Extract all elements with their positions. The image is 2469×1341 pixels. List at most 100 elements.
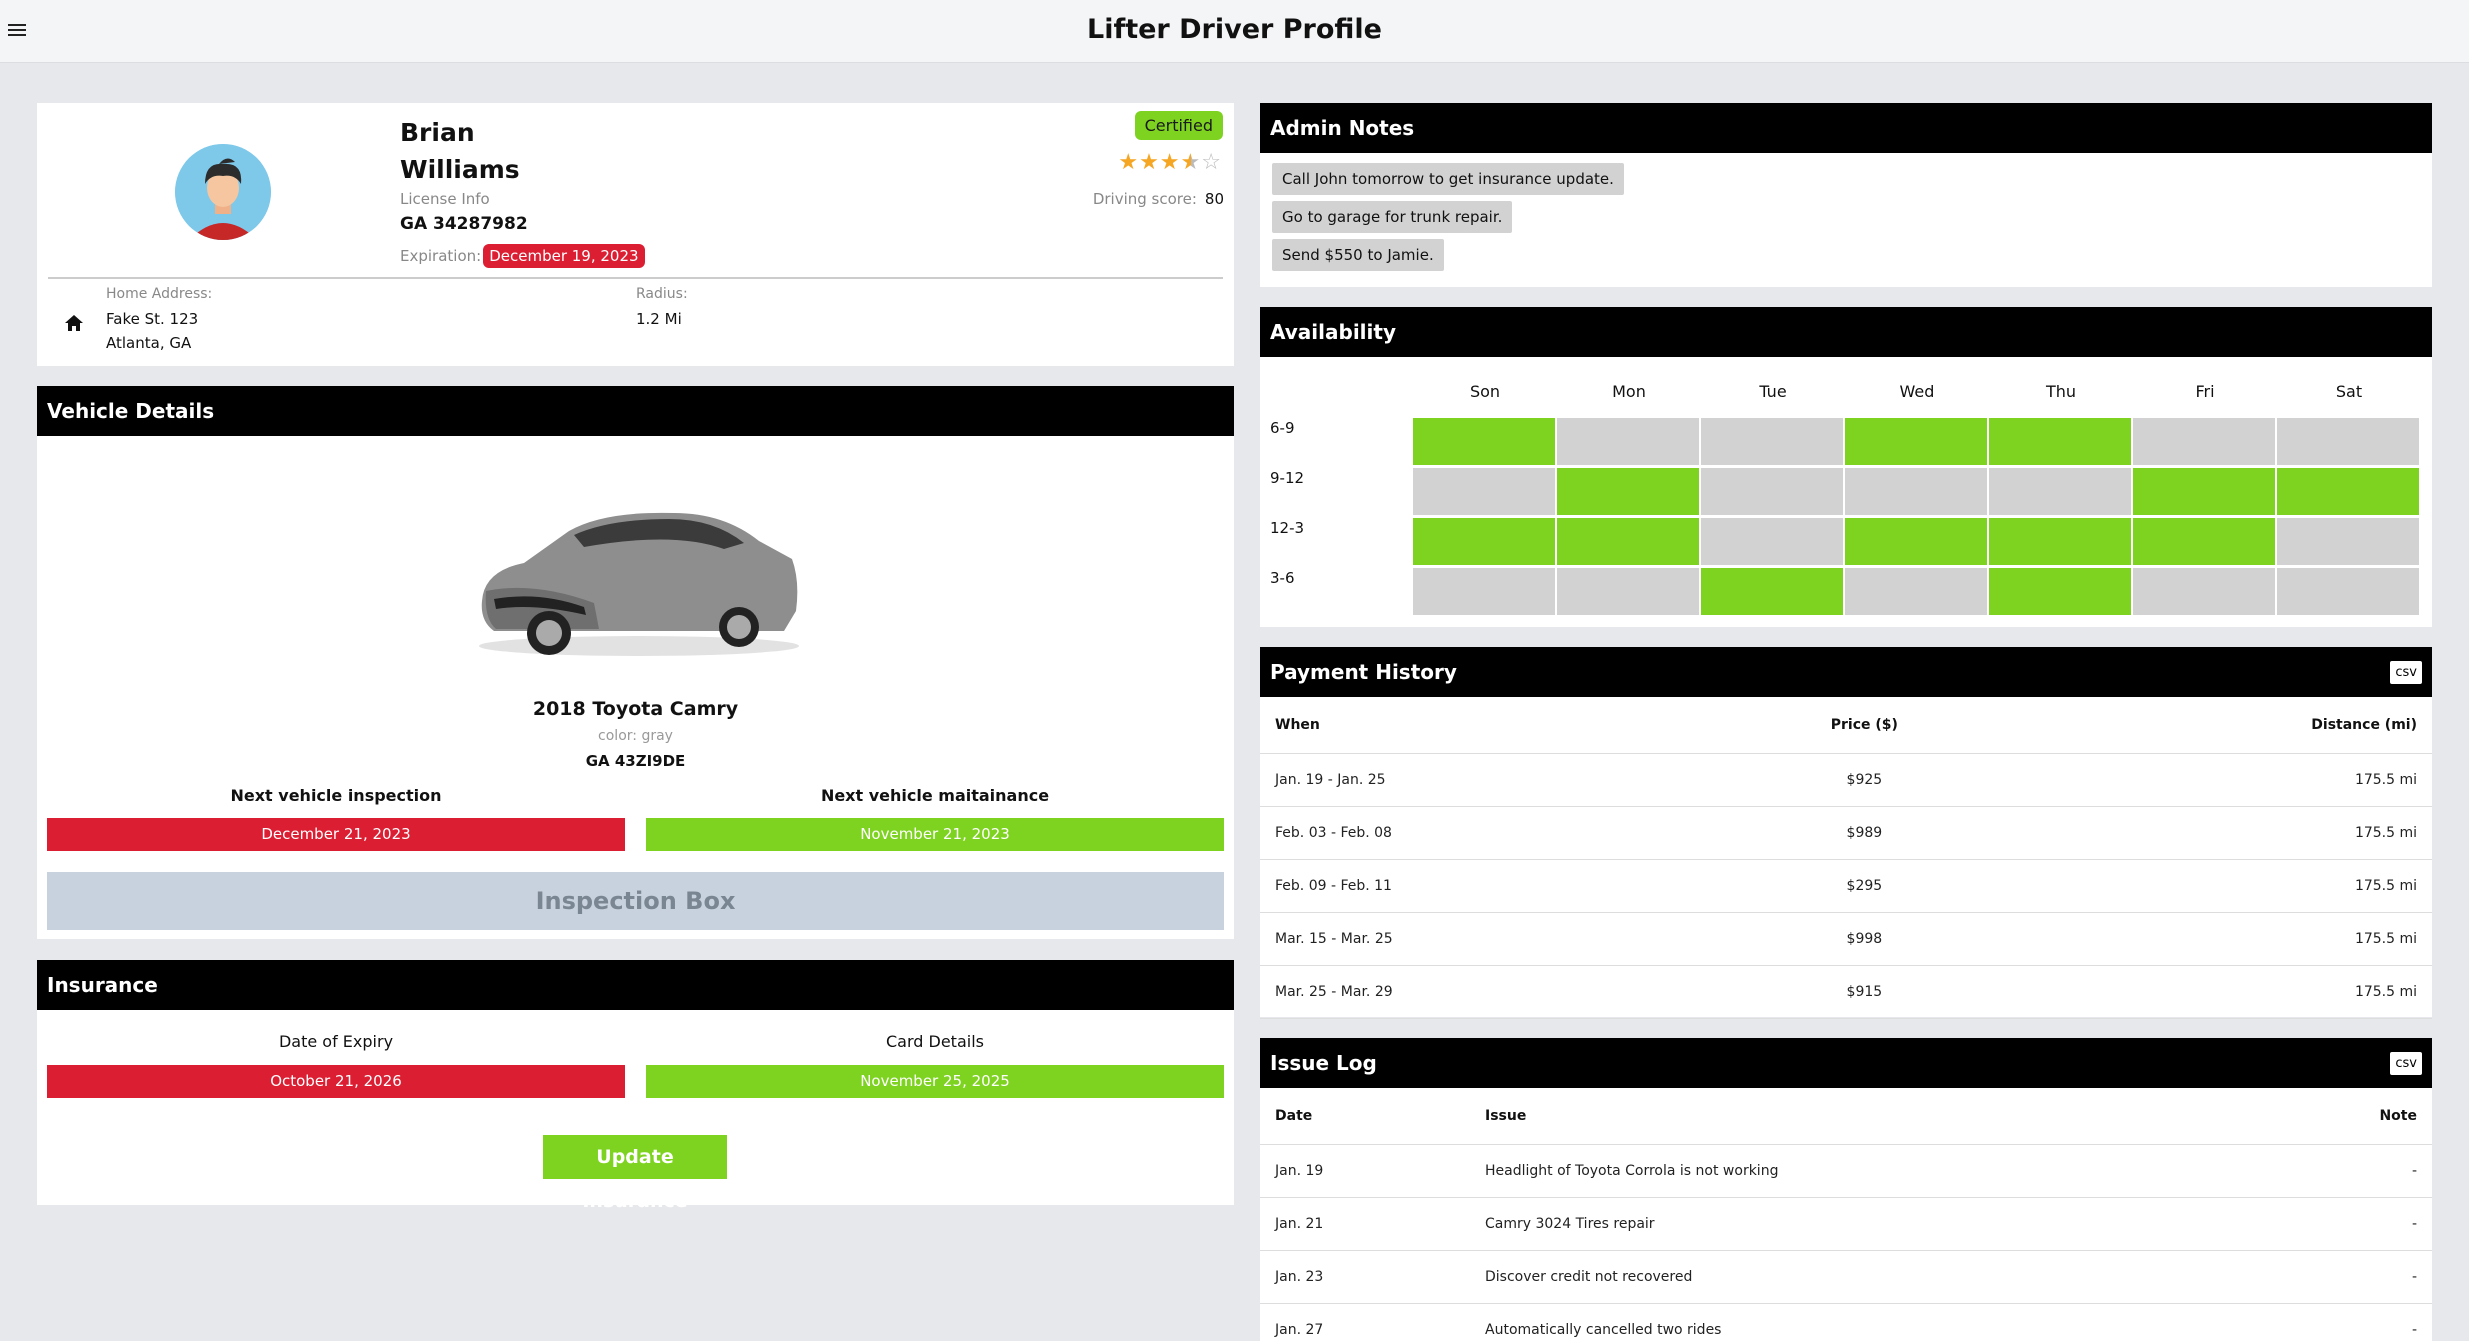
insurance-card: Insurance Date of Expiry Card Details Oc… bbox=[37, 960, 1234, 1212]
table-row: Jan. 19 Headlight of Toyota Corrola is no… bbox=[1260, 1144, 2432, 1198]
inspection-label: Next vehicle inspection bbox=[230, 786, 442, 805]
table-cell: $925 bbox=[1714, 753, 2014, 807]
home-address-label: Home Address: bbox=[106, 286, 213, 302]
availability-cell[interactable] bbox=[1989, 468, 2131, 515]
table-cell: Jan. 19 bbox=[1260, 1144, 1470, 1198]
issue-csv-button[interactable]: csv bbox=[2390, 1051, 2422, 1075]
availability-title: Availability bbox=[1270, 320, 1396, 344]
table-row: Jan. 27 Automatically cancelled two rides… bbox=[1260, 1303, 2432, 1341]
table-cell: 175.5 mi bbox=[2013, 965, 2432, 1019]
column-header: Price ($) bbox=[1714, 697, 2014, 754]
day-header: Tue bbox=[1759, 382, 1787, 401]
day-header: Thu bbox=[2045, 382, 2077, 401]
empty-star-icon: ☆ bbox=[1201, 150, 1222, 175]
availability-cell[interactable] bbox=[1557, 418, 1699, 465]
inspection-box-button[interactable]: Inspection Box bbox=[47, 872, 1224, 930]
update-insurance-button[interactable]: Update Insurance bbox=[543, 1135, 727, 1212]
maintenance-label: Next vehicle maitainance bbox=[820, 786, 1050, 805]
admin-note: Send $550 to Jamie. bbox=[1272, 239, 1444, 271]
availability-cell[interactable] bbox=[1845, 418, 1987, 465]
availability-cell[interactable] bbox=[1845, 568, 1987, 615]
availability-cell[interactable] bbox=[2133, 468, 2275, 515]
availability-cell[interactable] bbox=[2277, 418, 2419, 465]
table-cell: Mar. 15 - Mar. 25 bbox=[1260, 912, 1715, 966]
availability-cell[interactable] bbox=[1845, 518, 1987, 565]
availability-cell[interactable] bbox=[2133, 418, 2275, 465]
payment-history-card: Payment History csv When Price ($) Dista… bbox=[1260, 647, 2432, 1019]
address-line-1: Fake St. 123 bbox=[106, 310, 199, 328]
table-cell: Jan. 27 bbox=[1260, 1303, 1470, 1341]
driver-first-name: Brian bbox=[400, 118, 475, 147]
card-details-label: Card Details bbox=[886, 1032, 984, 1051]
availability-cell[interactable] bbox=[1557, 518, 1699, 565]
availability-cell[interactable] bbox=[1845, 468, 1987, 515]
payment-csv-button[interactable]: csv bbox=[2390, 660, 2422, 684]
vehicle-plate: GA 43ZI9DE bbox=[585, 752, 686, 770]
vehicle-details-title: Vehicle Details bbox=[47, 399, 215, 423]
table-row: Mar. 25 - Mar. 29 $915 175.5 mi bbox=[1260, 965, 2432, 1019]
payment-history-header: Payment History csv bbox=[1260, 647, 2432, 697]
inspection-date: December 21, 2023 bbox=[47, 818, 625, 851]
table-row: Jan. 19 - Jan. 25 $925 175.5 mi bbox=[1260, 753, 2432, 807]
star-icon: ★ bbox=[1118, 150, 1140, 175]
expiration-badge: December 19, 2023 bbox=[483, 244, 645, 268]
table-cell: - bbox=[2265, 1144, 2432, 1198]
availability-cell[interactable] bbox=[1557, 568, 1699, 615]
admin-note: Call John tomorrow to get insurance upda… bbox=[1272, 163, 1624, 195]
expiry-date: October 21, 2026 bbox=[47, 1065, 625, 1098]
availability-cell[interactable] bbox=[1701, 568, 1843, 615]
driving-score: Driving score: 80 bbox=[1093, 190, 1224, 208]
top-bar: Lifter Driver Profile bbox=[0, 0, 2469, 63]
availability-cell[interactable] bbox=[1701, 518, 1843, 565]
table-cell: 175.5 mi bbox=[2013, 859, 2432, 913]
availability-cell[interactable] bbox=[1989, 568, 2131, 615]
expiration-row: Expiration: December 19, 2023 bbox=[400, 244, 645, 268]
insurance-header: Insurance bbox=[37, 960, 1234, 1010]
table-cell: Jan. 21 bbox=[1260, 1197, 1470, 1251]
availability-cell[interactable] bbox=[1413, 518, 1555, 565]
page-title: Lifter Driver Profile bbox=[1087, 14, 1382, 45]
maintenance-date: November 21, 2023 bbox=[646, 818, 1224, 851]
availability-cell[interactable] bbox=[1989, 418, 2131, 465]
table-cell: $998 bbox=[1714, 912, 2014, 966]
availability-cell[interactable] bbox=[2277, 468, 2419, 515]
column-header: When bbox=[1260, 697, 1715, 754]
half-star-icon: ★ bbox=[1180, 150, 1202, 175]
table-cell: Automatically cancelled two rides bbox=[1470, 1303, 2266, 1341]
issue-log-title: Issue Log bbox=[1270, 1051, 1377, 1075]
issue-table: Date Issue Note Jan. 19 Headlight of Toyo… bbox=[1260, 1088, 2432, 1341]
availability-cell[interactable] bbox=[2133, 518, 2275, 565]
table-row: Mar. 15 - Mar. 25 $998 175.5 mi bbox=[1260, 912, 2432, 966]
table-cell: Camry 3024 Tires repair bbox=[1470, 1197, 2266, 1251]
column-header: Issue bbox=[1470, 1088, 2266, 1145]
home-icon bbox=[65, 315, 83, 331]
availability-cell[interactable] bbox=[1557, 468, 1699, 515]
admin-notes-card: Admin Notes Call John tomorrow to get in… bbox=[1260, 103, 2432, 287]
driving-score-label: Driving score: bbox=[1092, 190, 1197, 208]
availability-cell[interactable] bbox=[2277, 518, 2419, 565]
vehicle-details-card: Vehicle Details 2018 Toyota Camry color:… bbox=[37, 386, 1234, 939]
certified-badge: Certified bbox=[1134, 111, 1223, 140]
table-cell: Headlight of Toyota Corrola is not worki… bbox=[1470, 1144, 2266, 1198]
table-cell: Jan. 23 bbox=[1260, 1250, 1470, 1304]
vehicle-color: color: gray bbox=[598, 728, 673, 744]
column-header: Note bbox=[2265, 1088, 2432, 1145]
table-cell: Jan. 19 - Jan. 25 bbox=[1260, 753, 1715, 807]
table-cell: $915 bbox=[1714, 965, 2014, 1019]
column-header: Date bbox=[1260, 1088, 1470, 1145]
availability-cell[interactable] bbox=[1701, 468, 1843, 515]
availability-cell[interactable] bbox=[1701, 418, 1843, 465]
availability-cell[interactable] bbox=[1413, 468, 1555, 515]
radius-value: 1.2 Mi bbox=[636, 310, 682, 328]
table-cell: 175.5 mi bbox=[2013, 753, 2432, 807]
day-header: Wed bbox=[1899, 382, 1935, 401]
time-slot-label: 3-6 bbox=[1270, 569, 1295, 587]
availability-cell[interactable] bbox=[2277, 568, 2419, 615]
availability-cell[interactable] bbox=[1989, 518, 2131, 565]
availability-cell[interactable] bbox=[1413, 568, 1555, 615]
license-label: License Info bbox=[400, 190, 490, 208]
availability-cell[interactable] bbox=[1413, 418, 1555, 465]
driver-name: Brian Williams bbox=[400, 114, 520, 188]
availability-cell[interactable] bbox=[2133, 568, 2275, 615]
availability-card: Availability Son Mon Tue Wed Thu Fri Sat 6-9 9-1… bbox=[1260, 307, 2432, 627]
